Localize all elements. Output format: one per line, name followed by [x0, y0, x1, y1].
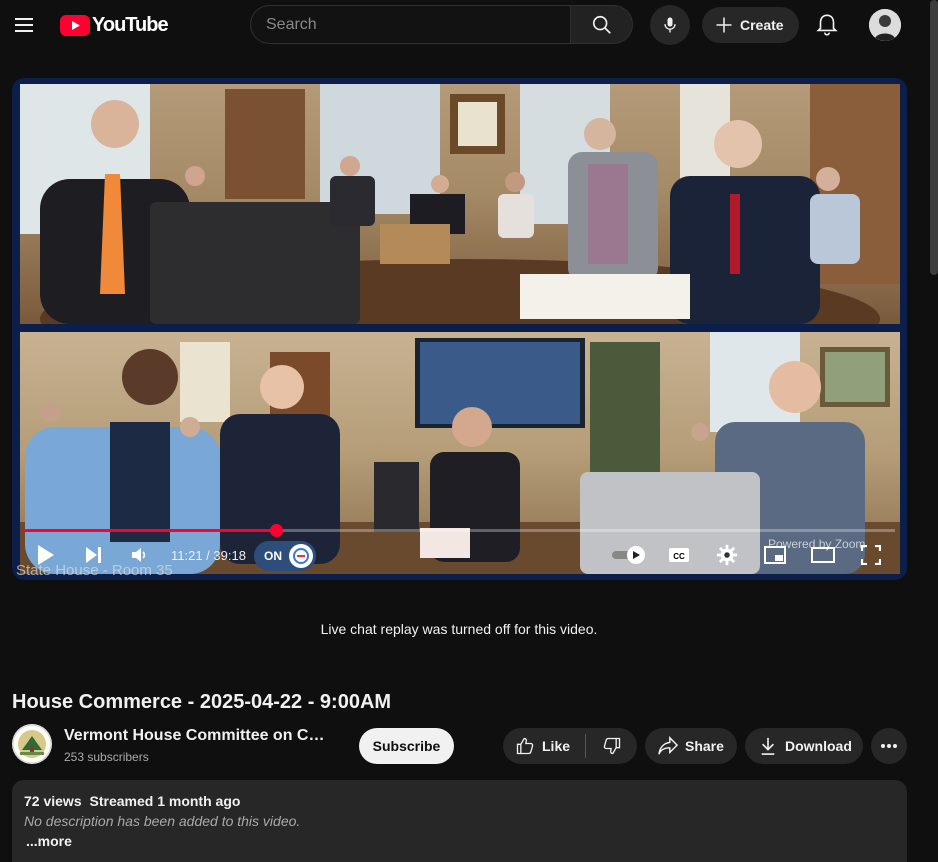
live-chat-replay-message: Live chat replay was turned off for this… — [320, 621, 598, 637]
youtube-logo[interactable]: YouTube — [60, 13, 169, 36]
bell-icon — [816, 14, 838, 36]
progress-scrubber[interactable] — [269, 524, 283, 537]
autoplay-icon — [612, 546, 645, 564]
next-button[interactable] — [82, 542, 106, 568]
translate-icon — [289, 544, 313, 568]
description-box[interactable]: 72 views Streamed 1 month ago No descrip… — [12, 780, 907, 862]
progress-bar[interactable] — [24, 524, 895, 537]
thumbs-down-icon — [603, 737, 620, 755]
search-button[interactable] — [570, 5, 633, 44]
more-horizontal-icon — [881, 744, 897, 748]
menu-icon[interactable] — [12, 13, 36, 37]
page-scrollbar[interactable] — [930, 0, 938, 275]
time-display: 11:21 / 39:18 — [171, 548, 246, 563]
download-button[interactable]: Download — [745, 728, 863, 764]
channel-name[interactable]: Vermont House Committee on Com... — [64, 727, 334, 745]
meeting-room-top-view — [20, 84, 900, 324]
subscribe-button[interactable]: Subscribe — [359, 728, 454, 764]
logo-text: YouTube — [92, 13, 169, 36]
fullscreen-icon — [861, 545, 881, 565]
svg-text:CC: CC — [673, 552, 685, 561]
channel-avatar[interactable] — [12, 724, 52, 764]
search-box — [250, 5, 570, 44]
account-avatar[interactable] — [869, 9, 901, 41]
share-button[interactable]: Share — [645, 728, 737, 764]
show-more-button[interactable]: ...more — [26, 833, 72, 849]
autoplay-toggle[interactable] — [610, 542, 646, 568]
dislike-button[interactable] — [586, 728, 637, 764]
video-title: House Commerce - 2025-04-22 - 9:00AM — [12, 691, 392, 713]
voice-search-button[interactable] — [650, 5, 690, 45]
search-input[interactable] — [251, 6, 570, 43]
fullscreen-button[interactable] — [859, 542, 883, 568]
thumbs-up-icon — [516, 737, 534, 755]
search-icon — [592, 15, 611, 34]
notifications-button[interactable] — [814, 12, 840, 38]
volume-icon — [132, 548, 146, 562]
download-label: Download — [785, 738, 852, 754]
download-icon — [761, 737, 775, 755]
plus-icon — [716, 17, 732, 33]
autodub-toggle[interactable]: ON — [254, 541, 316, 571]
mic-icon — [664, 17, 676, 33]
description-meta: 72 views Streamed 1 month ago — [24, 793, 244, 809]
gear-icon — [716, 544, 738, 566]
create-label: Create — [740, 17, 784, 33]
view-count: 72 views — [24, 793, 82, 809]
toggle-label: ON — [264, 549, 282, 563]
share-label: Share — [685, 738, 724, 754]
theater-icon — [811, 547, 835, 563]
create-button[interactable]: Create — [702, 7, 799, 43]
description-text: No description has been added to this vi… — [24, 813, 301, 829]
user-avatar-icon — [869, 9, 901, 41]
miniplayer-button[interactable] — [763, 542, 787, 568]
miniplayer-icon — [764, 546, 786, 564]
like-button[interactable]: Like — [503, 728, 585, 764]
youtube-logo-icon — [60, 14, 90, 36]
settings-button[interactable] — [715, 542, 739, 568]
captions-icon: CC — [669, 548, 689, 562]
play-icon — [38, 545, 54, 565]
play-button[interactable] — [34, 542, 58, 568]
video-frame: State House - Room 35 Powered by Zoom — [12, 78, 907, 580]
subscriber-count: 253 subscribers — [64, 750, 149, 764]
next-icon — [86, 547, 101, 563]
stream-date: Streamed 1 month ago — [89, 793, 241, 809]
more-actions-button[interactable] — [871, 728, 907, 764]
captions-button[interactable]: CC — [667, 542, 691, 568]
theater-mode-button[interactable] — [811, 542, 835, 568]
meeting-scene-top — [20, 84, 900, 324]
like-label: Like — [542, 738, 571, 754]
volume-button[interactable] — [128, 542, 152, 568]
masthead: YouTube Create — [0, 0, 938, 50]
share-icon — [658, 736, 679, 755]
video-player[interactable]: State House - Room 35 Powered by Zoom 11… — [12, 78, 907, 580]
vermont-seal-icon — [12, 724, 52, 764]
progress-played — [24, 529, 276, 532]
